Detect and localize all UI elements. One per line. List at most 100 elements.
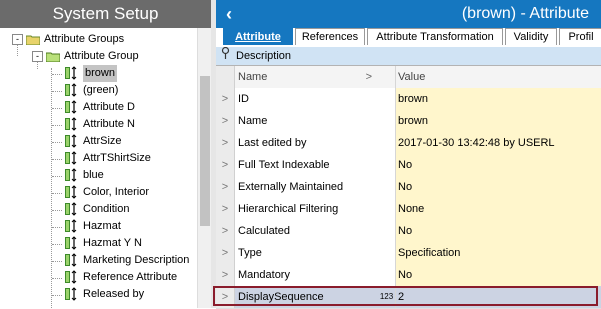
property-name: Type — [235, 242, 379, 264]
type-indicator — [378, 198, 396, 220]
tab-profile[interactable]: Profil — [559, 28, 601, 45]
property-name: Last edited by — [235, 132, 379, 154]
attribute-icon — [65, 66, 77, 80]
chevron-right-icon[interactable]: > — [366, 66, 372, 88]
property-row[interactable]: > ID brown — [216, 88, 601, 111]
tab-bar: Attribute References Attribute Transform… — [216, 28, 601, 46]
tree-item-label: Hazmat — [83, 220, 121, 232]
expand-row-icon[interactable]: > — [216, 88, 235, 110]
type-indicator — [378, 88, 396, 110]
section-label: Description — [236, 50, 292, 62]
tree-item-label: brown — [83, 65, 117, 82]
type-indicator — [378, 132, 396, 154]
attribute-icon — [65, 236, 77, 250]
property-value[interactable]: No — [396, 154, 601, 176]
attribute-icon — [65, 253, 77, 267]
property-name: Mandatory — [235, 264, 379, 286]
tree-scrollbar[interactable] — [197, 28, 212, 308]
expand-row-icon[interactable]: > — [216, 220, 235, 242]
type-indicator — [378, 154, 396, 176]
attribute-icon — [65, 185, 77, 199]
column-header-type — [378, 66, 396, 88]
type-indicator — [378, 220, 396, 242]
collapse-icon[interactable]: - — [32, 51, 43, 62]
attribute-icon — [65, 287, 77, 301]
tab-references[interactable]: References — [295, 28, 365, 45]
tab-attribute[interactable]: Attribute — [223, 28, 293, 45]
property-name: Name — [235, 110, 379, 132]
type-indicator — [378, 264, 396, 286]
column-header-value[interactable]: Value — [396, 66, 601, 88]
tree-label: Attribute Groups — [44, 33, 125, 45]
attribute-icon — [65, 151, 77, 165]
tab-attribute-transformation[interactable]: Attribute Transformation — [367, 28, 503, 45]
column-header-name[interactable]: Name > — [235, 66, 379, 88]
description-section[interactable]: Description — [216, 46, 601, 66]
tree-item-label: Condition — [83, 203, 130, 215]
tree-item-label: Marketing Description — [83, 254, 190, 266]
property-name: Calculated — [235, 220, 379, 242]
property-value[interactable]: brown — [396, 88, 601, 110]
collapse-icon[interactable]: - — [12, 34, 23, 45]
folder-icon — [26, 35, 40, 45]
attribute-icon — [65, 168, 77, 182]
property-name: Hierarchical Filtering — [235, 198, 379, 220]
property-row[interactable]: > Mandatory No — [216, 264, 601, 287]
property-value[interactable]: No — [396, 220, 601, 242]
expand-row-icon[interactable]: > — [216, 176, 235, 198]
property-value[interactable]: 2017-01-30 13:42:48 by USERL — [396, 132, 601, 154]
tab-validity[interactable]: Validity — [505, 28, 557, 45]
tree-item-label: AttrTShirtSize — [83, 152, 151, 164]
attribute-icon — [65, 134, 77, 148]
property-value[interactable]: brown — [396, 110, 601, 132]
property-value[interactable]: No — [396, 264, 601, 286]
tree-label: Attribute Group — [64, 50, 139, 62]
property-value[interactable]: No — [396, 176, 601, 198]
expand-row-icon[interactable]: > — [216, 132, 235, 154]
property-row[interactable]: > Last edited by 2017-01-30 13:42:48 by US… — [216, 132, 601, 155]
system-setup-panel: System Setup - Attribute Groups - Attrib… — [0, 0, 212, 308]
attribute-editor: ‹ (brown) - Attribute Attribute Referenc… — [216, 0, 601, 309]
attribute-icon — [65, 270, 77, 284]
property-row[interactable]: > Name brown — [216, 110, 601, 133]
attribute-icon — [65, 202, 77, 216]
property-name: ID — [235, 88, 379, 110]
type-indicator — [378, 242, 396, 264]
property-row[interactable]: > Hierarchical Filtering None — [216, 198, 601, 221]
expand-row-icon[interactable]: > — [216, 110, 235, 132]
expand-row-icon[interactable]: > — [216, 198, 235, 220]
tree-item-label: (green) — [83, 84, 119, 96]
type-indicator — [378, 110, 396, 132]
property-name: Full Text Indexable — [235, 154, 379, 176]
back-arrow-icon[interactable]: ‹ — [220, 4, 238, 24]
tree-item-label: Color, Interior — [83, 186, 150, 198]
property-value[interactable]: Specification — [396, 242, 601, 264]
property-row[interactable]: > Externally Maintained No — [216, 176, 601, 199]
tree-item-label: Attribute N — [83, 118, 135, 130]
pin-icon[interactable] — [221, 46, 230, 65]
expand-row-icon[interactable]: > — [216, 242, 235, 264]
editor-header: ‹ (brown) - Attribute — [216, 0, 601, 28]
attribute-icon — [65, 83, 77, 97]
attribute-tree: - Attribute Groups - Attribute Group bro… — [0, 28, 197, 308]
expand-row-icon[interactable]: > — [216, 154, 235, 176]
tree-item-label: Attribute D — [83, 101, 135, 113]
expand-row-icon[interactable]: > — [216, 264, 235, 286]
system-setup-title: System Setup — [0, 0, 211, 28]
editor-title: (brown) - Attribute — [461, 5, 589, 22]
property-row[interactable]: > Full Text Indexable No — [216, 154, 601, 177]
property-row[interactable]: > Type Specification — [216, 242, 601, 265]
property-value[interactable]: None — [396, 198, 601, 220]
tree-item-label: blue — [83, 169, 104, 181]
folder-icon — [46, 52, 60, 62]
scrollbar-thumb[interactable] — [200, 76, 210, 226]
header-spacer — [216, 66, 235, 88]
tree-item-label: AttrSize — [83, 135, 122, 147]
attribute-icon — [65, 117, 77, 131]
highlight-box — [213, 286, 598, 306]
tree-item-label: Hazmat Y N — [83, 237, 142, 249]
property-row[interactable]: > Calculated No — [216, 220, 601, 243]
property-name: Externally Maintained — [235, 176, 379, 198]
tree-item-label: Reference Attribute — [83, 271, 178, 283]
attribute-icon — [65, 219, 77, 233]
